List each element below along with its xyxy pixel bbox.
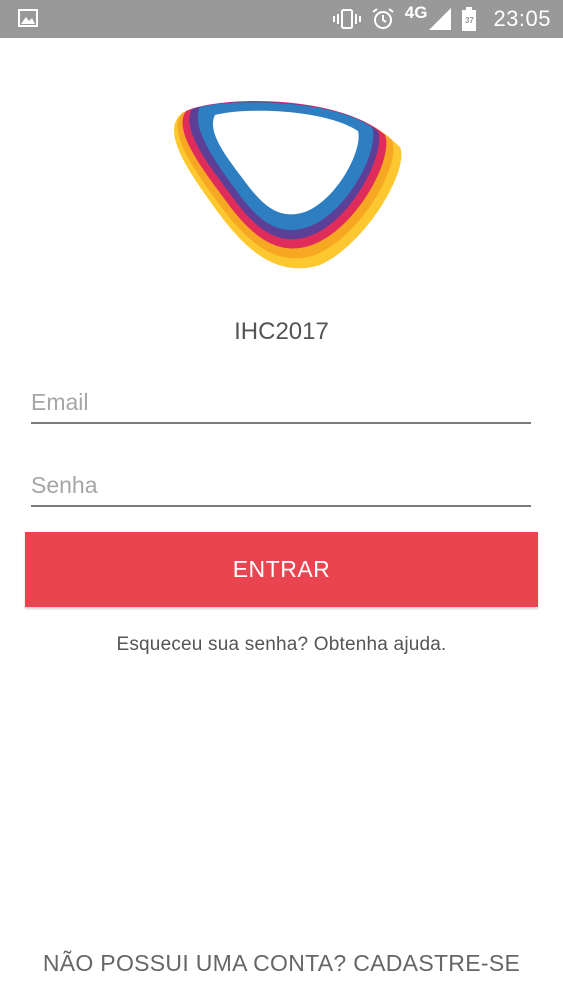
clock: 23:05 (493, 6, 551, 31)
status-bar: 4G 37 23:05 (0, 0, 563, 38)
image-icon (18, 9, 38, 27)
signal-icon (429, 8, 452, 30)
battery-level: 37 (464, 16, 474, 25)
login-screen: 4G 37 23:05 IHC2017 Email ENTRAR Esquece… (0, 0, 563, 1000)
app-logo (160, 95, 410, 275)
password-field-container (31, 465, 531, 507)
signup-link[interactable]: NÃO POSSUI UMA CONTA? CADASTRE-SE (0, 950, 563, 977)
battery-icon: 37 (461, 7, 477, 31)
vibrate-icon (332, 8, 361, 30)
login-button[interactable]: ENTRAR (25, 532, 538, 607)
email-field-container (31, 382, 531, 424)
password-field[interactable] (31, 465, 531, 505)
email-field[interactable] (31, 382, 531, 422)
alarm-icon (371, 7, 395, 31)
network-type: 4G (404, 3, 428, 22)
forgot-password-link[interactable]: Esqueceu sua senha? Obtenha ajuda. (0, 634, 563, 656)
app-title: IHC2017 (234, 318, 329, 345)
status-icons: 4G 37 23:05 (332, 0, 551, 38)
